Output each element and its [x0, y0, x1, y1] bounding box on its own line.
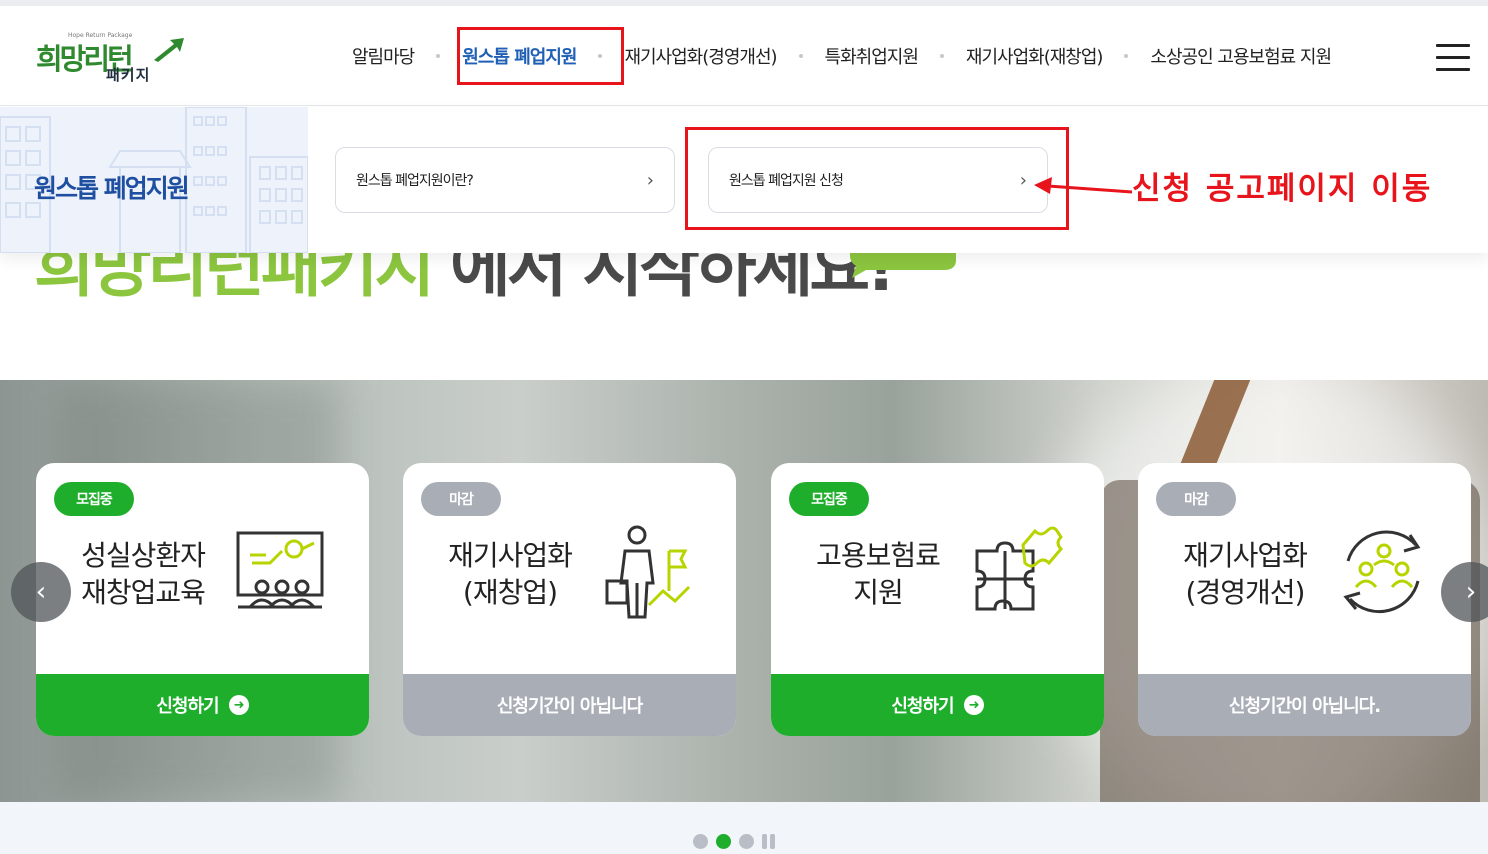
- card-title-line: 성실상환자: [81, 539, 206, 572]
- arrow-circle-icon: ➜: [228, 695, 249, 715]
- submenu-item-label: 원스톱 폐업지원이란?: [356, 173, 474, 189]
- pagination-dot-active[interactable]: [716, 834, 731, 849]
- apply-button[interactable]: 신청하기 ➜: [771, 674, 1104, 736]
- program-card: 모집중 성실상환자 재창업교육 신청하기 ➜: [36, 463, 369, 736]
- pause-icon[interactable]: [762, 834, 776, 849]
- highlight-box-apply: [685, 127, 1069, 230]
- nav-separator: [798, 54, 803, 58]
- closed-period-label: 신청기간이 아닙니다.: [1228, 696, 1381, 717]
- card-title-line: 지원: [853, 576, 904, 609]
- pagination-dot[interactable]: [693, 834, 708, 849]
- card-title-line: 재창업교육: [81, 576, 206, 609]
- apply-button-label: 신청하기: [891, 696, 954, 717]
- puzzle-icon: [975, 526, 1064, 611]
- card-title-line: 재기사업화: [1183, 539, 1308, 572]
- nav-item-recovery-restart[interactable]: 재기사업화(재창업): [966, 43, 1104, 69]
- status-badge: 모집중: [54, 482, 134, 516]
- card-title-line: (재창업): [462, 576, 558, 609]
- logo-arrow-icon: [154, 38, 184, 62]
- nav-separator: [436, 54, 441, 58]
- nav-separator: [939, 54, 944, 58]
- status-badge: 마감: [421, 482, 501, 516]
- carousel-pagination: [693, 834, 776, 849]
- card-title: 재기사업화 (경영개선): [1150, 537, 1340, 611]
- status-badge: 마감: [1156, 482, 1236, 516]
- closed-period-button[interactable]: 신청기간이 아닙니다: [403, 674, 736, 736]
- program-card: 마감 재기사업화 (재창업) 신청기간이 아닙니다: [403, 463, 736, 736]
- submenu-title: 원스톱 폐업지원: [34, 174, 190, 203]
- chevron-left-icon: ‹: [35, 577, 47, 607]
- program-card: 마감 재기사업화 (경영개선) 신청기간이 아닙니다.: [1138, 463, 1471, 736]
- status-badge: 모집중: [789, 482, 869, 516]
- card-title: 재기사업화 (재창업): [415, 537, 605, 611]
- nav-separator: [1124, 54, 1129, 58]
- apply-button-label: 신청하기: [156, 696, 219, 717]
- pagination-dot[interactable]: [739, 834, 754, 849]
- arrow-circle-icon: ➜: [963, 695, 984, 715]
- closed-period-label: 신청기간이 아닙니다: [496, 696, 643, 717]
- apply-button[interactable]: 신청하기 ➜: [36, 674, 369, 736]
- card-title: 고용보험료 지원: [783, 537, 973, 611]
- nav-item-insurance-support[interactable]: 소상공인 고용보험료 지원: [1150, 43, 1332, 69]
- annotation-arrow-icon: [1034, 177, 1133, 194]
- highlight-box-nav: [457, 27, 624, 85]
- nav-item-employment-support[interactable]: 특화취업지원: [825, 43, 919, 69]
- carousel-prev-button[interactable]: ‹: [11, 562, 71, 622]
- annotation-text: 신청 공고페이지 이동: [1132, 171, 1433, 207]
- presentation-icon: [236, 531, 324, 609]
- site-logo[interactable]: Hope Return Package 희망리턴 패키지: [34, 28, 194, 88]
- team-cycle-icon: [1343, 530, 1421, 614]
- card-title-line: 재기사업화: [448, 539, 573, 572]
- program-card: 모집중 고용보험료 지원 신청하기 ➜: [771, 463, 1104, 736]
- hamburger-icon[interactable]: [1436, 44, 1470, 72]
- submenu-title-area: 원스톱 폐업지원: [0, 107, 308, 253]
- businessman-flag-icon: [605, 525, 691, 619]
- chevron-right-icon: ›: [1465, 577, 1477, 607]
- logo-sub-text: 패키지: [106, 66, 151, 84]
- card-title: 성실상환자 재창업교육: [48, 537, 238, 611]
- closed-period-button[interactable]: 신청기간이 아닙니다.: [1138, 674, 1471, 736]
- nav-item-recovery-management[interactable]: 재기사업화(경영개선): [624, 43, 777, 69]
- page: Hope Return Package 희망리턴 패키지 알림마당 원스톱 폐업…: [0, 0, 1488, 854]
- submenu-item-about[interactable]: 원스톱 폐업지원이란? ›: [335, 147, 675, 213]
- nav-item-notices[interactable]: 알림마당: [352, 43, 415, 69]
- chevron-right-icon: ›: [646, 169, 654, 191]
- site-header: Hope Return Package 희망리턴 패키지 알림마당 원스톱 폐업…: [0, 6, 1488, 106]
- card-title-line: (경영개선): [1185, 576, 1306, 609]
- card-title-line: 고용보험료: [816, 539, 941, 572]
